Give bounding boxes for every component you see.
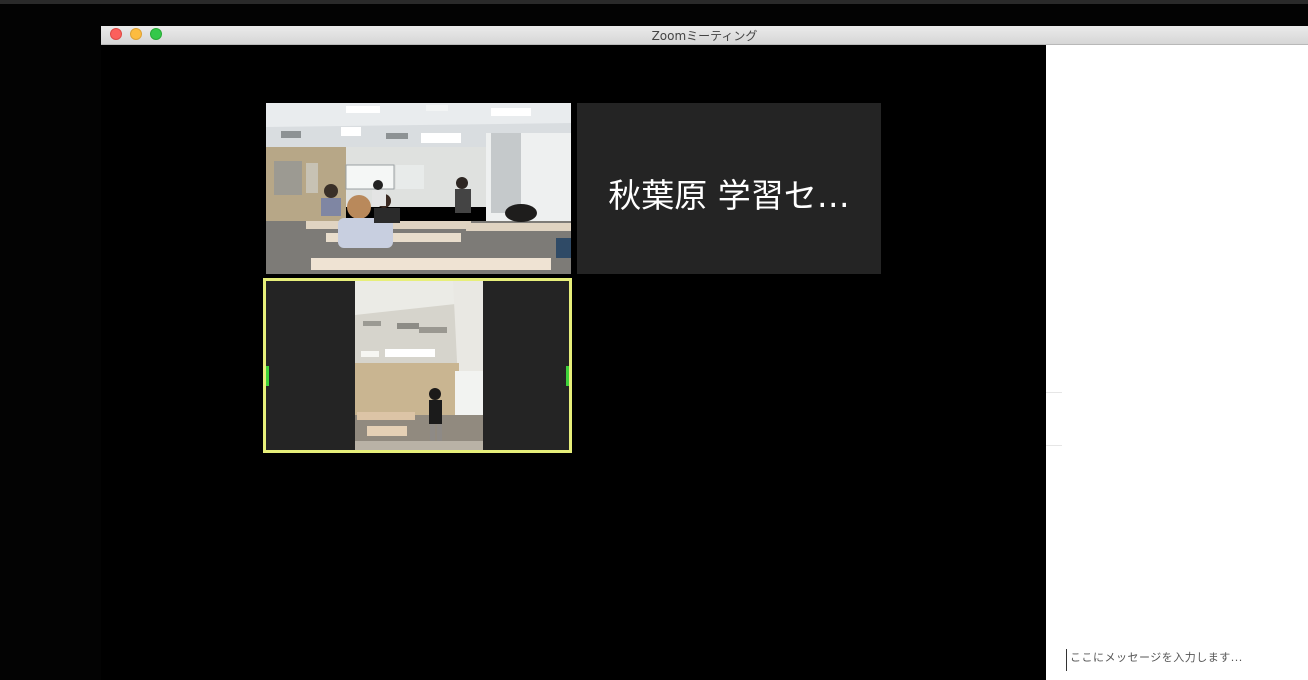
participant-name: 秋葉原 学習セ… <box>608 176 850 215</box>
window-title: Zoomミーティング <box>651 29 758 43</box>
chat-message-input[interactable]: ここにメッセージを入力します... <box>1066 649 1296 671</box>
speaker-indicator-left <box>266 366 269 386</box>
desktop-menu-strip <box>0 0 1308 4</box>
chat-panel: ここにメッセージを入力します... <box>1046 45 1308 680</box>
active-speaker-video-tile[interactable] <box>263 278 572 453</box>
classroom-video-frame <box>266 103 571 274</box>
teacher-video-frame <box>355 281 483 450</box>
zoom-meeting-window: Zoomミーティング 秋葉原 学習セ… ここにメッセージを入力します... <box>101 26 1308 680</box>
chat-divider <box>1046 445 1062 446</box>
speaker-indicator-right <box>566 366 569 386</box>
participant-video-tile[interactable] <box>266 103 571 274</box>
gallery-view: 秋葉原 学習セ… <box>101 45 1046 680</box>
participant-name-tile[interactable]: 秋葉原 学習セ… <box>577 103 881 274</box>
window-titlebar[interactable]: Zoomミーティング <box>101 26 1308 45</box>
chat-divider <box>1046 392 1062 393</box>
